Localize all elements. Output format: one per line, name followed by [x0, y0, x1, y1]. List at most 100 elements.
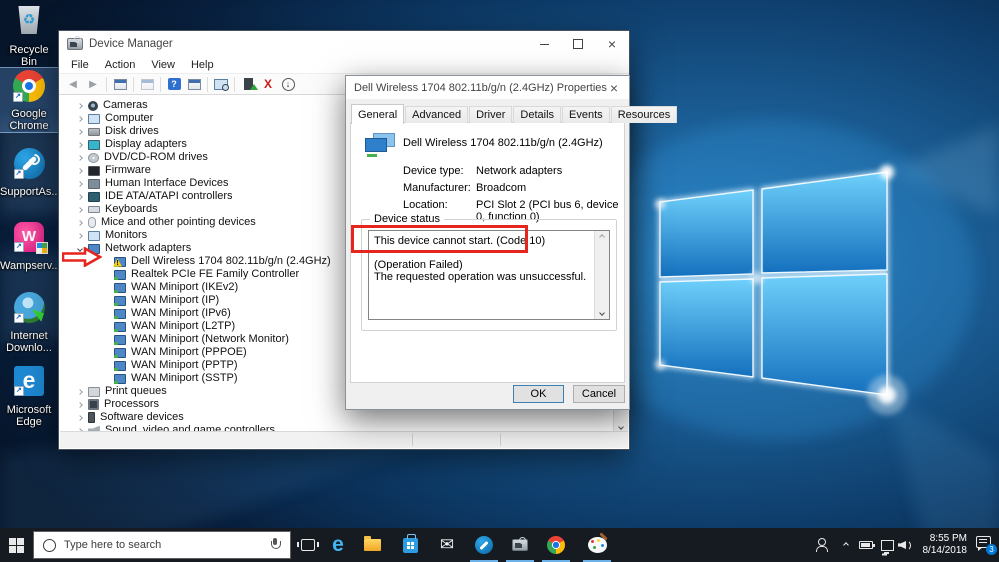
console-window-icon[interactable]	[111, 75, 129, 93]
cancel-button[interactable]: Cancel	[573, 385, 625, 403]
chevron-right-icon[interactable]	[74, 180, 86, 187]
chevron-right-icon[interactable]	[74, 414, 86, 421]
update-driver-icon[interactable]	[239, 75, 258, 93]
desktop-icon-internet-download-manager[interactable]: Internet Downlo...	[0, 290, 58, 354]
menu-bar: File Action View Help	[59, 57, 629, 73]
chevron-right-icon[interactable]	[74, 115, 86, 122]
tab-resources[interactable]: Resources	[610, 106, 678, 123]
desktop-icon-wampserver[interactable]: Wampserv...	[0, 220, 61, 272]
file-explorer-icon	[363, 536, 381, 551]
chevron-right-icon[interactable]	[74, 154, 86, 161]
tab-driver[interactable]: Driver	[469, 106, 513, 123]
status-scrollbar[interactable]	[594, 231, 609, 319]
microphone-icon[interactable]	[269, 538, 281, 552]
chevron-right-icon[interactable]	[74, 388, 86, 395]
desktop-icon-label: Recycle Bin	[9, 44, 49, 68]
taskbar-search[interactable]	[33, 531, 291, 559]
firmware-icon	[88, 165, 100, 176]
desktop-icon-recycle-bin[interactable]: Recycle Bin	[0, 4, 58, 68]
menu-view[interactable]: View	[143, 59, 183, 71]
battery-icon	[859, 541, 875, 549]
desktop-icon-google-chrome[interactable]: Google Chrome	[0, 67, 59, 133]
mail-icon	[440, 535, 454, 555]
tab-advanced[interactable]: Advanced	[405, 106, 469, 123]
network-adapter-icon	[114, 282, 126, 293]
tray-date: 8/14/2018	[922, 545, 968, 556]
system-tray: 8:55 PM 8/14/2018 3	[799, 528, 999, 562]
tab-details[interactable]: Details	[513, 106, 562, 123]
dialog-titlebar[interactable]: Dell Wireless 1704 802.11b/g/n (2.4GHz) …	[346, 76, 629, 99]
desktop-icon-microsoft-edge[interactable]: Microsoft Edge	[0, 364, 58, 428]
back-icon[interactable]	[64, 75, 82, 93]
chevron-right-icon[interactable]	[74, 167, 86, 174]
idm-icon	[13, 292, 45, 323]
network-button[interactable]	[877, 528, 897, 562]
chevron-right-icon[interactable]	[74, 219, 86, 226]
tab-events[interactable]: Events	[562, 106, 610, 123]
notification-badge: 3	[986, 544, 997, 555]
show-hidden-icons-button[interactable]	[837, 528, 855, 562]
maximize-button[interactable]	[561, 31, 595, 57]
shortcut-arrow-icon	[14, 386, 24, 396]
tree-item-sound[interactable]: Sound, video and game controllers	[60, 424, 613, 431]
search-input[interactable]	[64, 539, 269, 551]
task-view-button[interactable]	[294, 528, 322, 562]
annotation-highlight-box	[351, 225, 528, 253]
network-adapter-icon	[114, 360, 126, 371]
network-adapter-icon	[114, 373, 126, 384]
close-button[interactable]	[595, 31, 629, 57]
action-center-button[interactable]: 3	[976, 536, 997, 555]
forward-icon[interactable]	[84, 75, 102, 93]
desktop-icon-label: SupportAs...	[0, 186, 61, 198]
battery-button[interactable]	[855, 528, 877, 562]
volume-icon	[898, 539, 912, 551]
recycle-bin-icon	[18, 6, 40, 34]
supportassist-icon	[13, 148, 45, 179]
microsoft-store-icon	[402, 533, 418, 553]
chevron-right-icon[interactable]	[74, 232, 86, 239]
taskbar-paint-button[interactable]	[582, 528, 612, 562]
uninstall-device-icon[interactable]	[259, 75, 277, 93]
chevron-right-icon[interactable]	[74, 401, 86, 408]
clock[interactable]: 8:55 PM 8/14/2018	[911, 533, 968, 557]
help-icon[interactable]	[165, 75, 183, 93]
people-button[interactable]	[811, 528, 833, 562]
tree-item-software-devices[interactable]: Software devices	[60, 411, 613, 424]
taskbar-chrome-button[interactable]	[541, 528, 571, 562]
chevron-right-icon[interactable]	[74, 141, 86, 148]
disable-device-icon[interactable]	[279, 75, 297, 93]
properties-icon[interactable]	[185, 75, 203, 93]
scroll-up-icon[interactable]	[595, 234, 609, 240]
network-adapter-icon	[114, 295, 126, 306]
chevron-right-icon[interactable]	[74, 206, 86, 213]
windows-logo-icon	[8, 537, 24, 553]
menu-file[interactable]: File	[63, 59, 97, 71]
tab-general[interactable]: General	[351, 104, 405, 124]
chevron-right-icon[interactable]	[74, 102, 86, 109]
tray-time: 8:55 PM	[929, 533, 967, 544]
ok-button[interactable]: OK	[513, 385, 564, 403]
chevron-right-icon[interactable]	[74, 193, 86, 200]
taskbar-store-button[interactable]	[395, 528, 425, 562]
taskbar-file-explorer-button[interactable]	[357, 528, 387, 562]
taskbar-supportassist-button[interactable]	[469, 528, 499, 562]
scroll-down-icon[interactable]	[614, 424, 628, 430]
device-manager-titlebar[interactable]: Device Manager	[59, 31, 629, 57]
scan-hardware-changes-icon[interactable]	[212, 75, 230, 93]
scroll-down-icon[interactable]	[595, 310, 609, 316]
desktop-icon-supportassist[interactable]: SupportAs...	[0, 146, 61, 198]
dialog-close-button[interactable]	[605, 79, 623, 96]
menu-action[interactable]: Action	[97, 59, 144, 71]
taskbar-edge-button[interactable]	[323, 528, 353, 562]
minimize-button[interactable]	[527, 31, 561, 57]
taskbar-mail-button[interactable]	[432, 528, 462, 562]
chevron-right-icon[interactable]	[74, 128, 86, 135]
shortcut-arrow-icon	[14, 242, 24, 252]
export-list-icon[interactable]	[138, 75, 156, 93]
edge-icon	[332, 535, 344, 556]
start-button[interactable]	[0, 528, 32, 562]
menu-help[interactable]: Help	[183, 59, 222, 71]
camera-icon	[88, 100, 98, 111]
desktop-icon-label: Microsoft Edge	[6, 404, 52, 428]
taskbar-device-manager-button[interactable]	[505, 528, 535, 562]
